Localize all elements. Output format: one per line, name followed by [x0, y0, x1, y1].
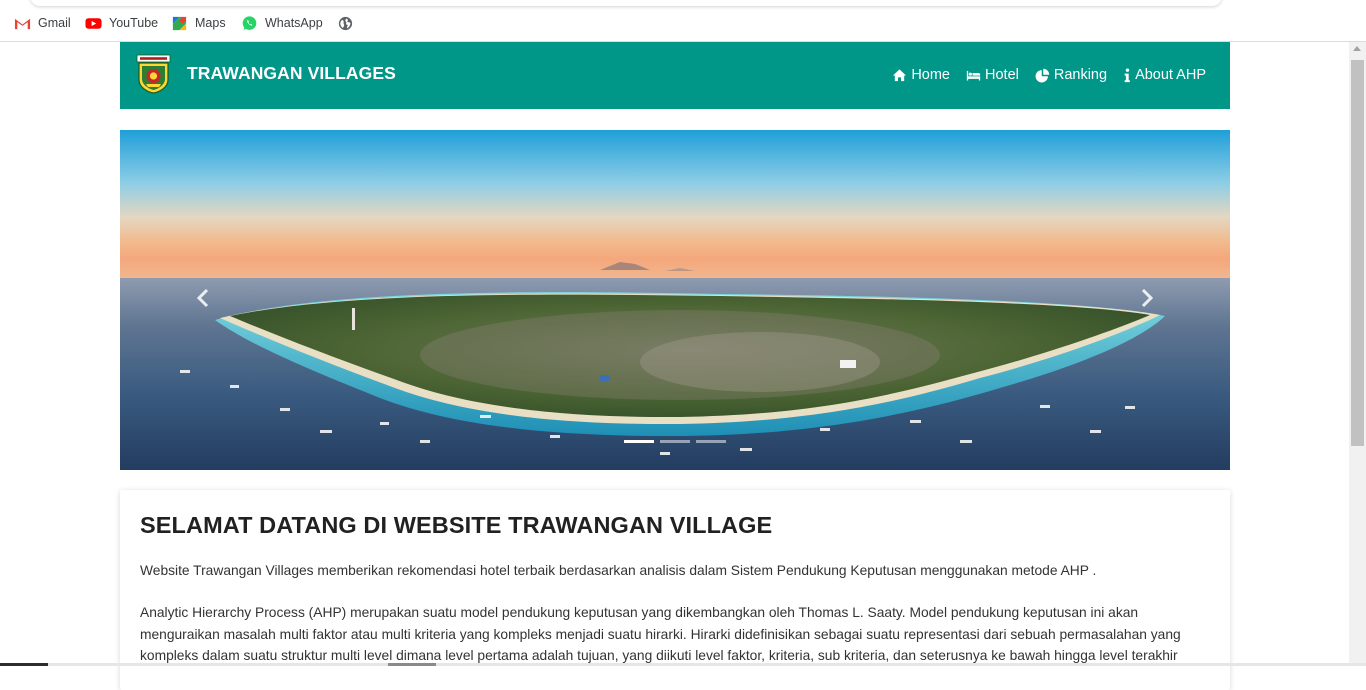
site-navbar: TRAWANGAN VILLAGES Home Hotel Ranking Ab…	[120, 42, 1230, 109]
regency-emblem-icon[interactable]	[136, 54, 171, 94]
nav-label: Ranking	[1053, 67, 1108, 83]
bookmark-label: YouTube	[109, 16, 159, 30]
carousel-prev-button[interactable]	[174, 280, 234, 320]
nav-about-ahp[interactable]: About AHP	[1123, 67, 1206, 83]
welcome-title: SELAMAT DATANG DI WEBSITE TRAWANGAN VILL…	[140, 512, 773, 538]
bookmarks-bar: Gmail YouTube Maps WhatsApp	[0, 0, 1366, 42]
carousel-indicator-2[interactable]	[660, 440, 690, 443]
bookmark-whatsapp[interactable]: WhatsApp	[241, 13, 323, 33]
nav-label: About AHP	[1135, 67, 1206, 83]
welcome-card: SELAMAT DATANG DI WEBSITE TRAWANGAN VILL…	[120, 490, 1230, 690]
scrollbar-thumb[interactable]	[1351, 60, 1364, 446]
address-bar-edge[interactable]	[30, 0, 1222, 6]
bookmark-youtube[interactable]: YouTube	[85, 13, 158, 33]
info-icon	[1123, 67, 1131, 83]
home-icon	[892, 68, 907, 83]
bookmark-label: WhatsApp	[265, 16, 323, 30]
carousel-indicator-3[interactable]	[696, 440, 726, 443]
hero-carousel	[120, 130, 1230, 470]
welcome-intro-text: Website Trawangan Villages memberikan re…	[140, 563, 1097, 578]
chevron-right-icon	[1135, 287, 1157, 314]
carousel-indicator-1[interactable]	[624, 440, 654, 443]
youtube-icon	[85, 15, 102, 32]
pie-chart-icon	[1035, 68, 1050, 83]
nav-label: Hotel	[985, 67, 1019, 83]
carousel-indicators	[624, 440, 726, 443]
bookmark-gmail[interactable]: Gmail	[14, 13, 71, 33]
scroll-up-arrow-icon[interactable]	[1353, 46, 1361, 51]
bookmark-label: Maps	[195, 16, 226, 30]
whatsapp-icon	[241, 15, 258, 32]
nav-ranking[interactable]: Ranking	[1035, 67, 1107, 83]
bookmark-maps[interactable]: Maps	[171, 13, 226, 33]
page-scrollbar[interactable]	[1349, 42, 1366, 666]
carousel-next-button[interactable]	[1116, 280, 1176, 320]
site-brand[interactable]: TRAWANGAN VILLAGES	[187, 63, 396, 84]
maps-icon	[171, 15, 188, 32]
gmail-icon	[14, 15, 31, 32]
nav-home[interactable]: Home	[892, 67, 950, 83]
nav-label: Home	[911, 67, 950, 83]
bookmark-label: Gmail	[38, 16, 71, 30]
island-aerial-photo	[120, 130, 1230, 470]
globe-icon	[337, 15, 354, 32]
ahp-description-text: Analytic Hierarchy Process (AHP) merupak…	[140, 605, 1181, 663]
main-nav: Home Hotel Ranking About AHP	[892, 67, 1206, 83]
chevron-left-icon	[193, 287, 215, 314]
bookmark-globe[interactable]	[337, 13, 354, 33]
bed-icon	[966, 68, 981, 83]
nav-hotel[interactable]: Hotel	[966, 67, 1019, 83]
